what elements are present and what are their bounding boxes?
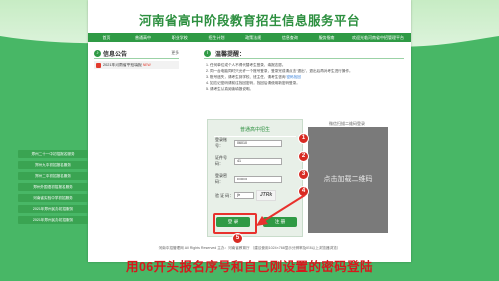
nav-item-plan[interactable]: 招生计划	[198, 33, 235, 42]
captcha-label: 验 证 码：	[215, 192, 234, 198]
qr-code-placeholder[interactable]: 点击加载二维码	[308, 127, 388, 233]
account-input[interactable]	[234, 139, 282, 147]
password-input[interactable]	[234, 175, 282, 183]
tips-list: 1. 任何单位或个人不得代替考生登录、填报志愿。 2. 同一台电脑同时只允许一个…	[204, 62, 404, 92]
tips-title: 温馨提醒：	[215, 51, 246, 58]
notice-panel: ♪ 信息公告 更多 2021年河南省中招填报 NEW	[94, 48, 179, 69]
main-nav: 首页 普通高中 职业学校 招生计划 政策法规 信息查询 服务指南 欢迎光临河南省…	[88, 33, 411, 42]
tip-line: 5. 请考生认真阅读填报说明。	[206, 87, 254, 91]
nav-item-home[interactable]: 首页	[88, 33, 125, 42]
nav-item-vocational[interactable]: 职业学校	[161, 33, 198, 42]
side-link-item[interactable]: 郑州二中初招报名服务	[18, 172, 88, 180]
side-link-item[interactable]: 河南省实验中学初招服务	[18, 194, 88, 202]
nav-item-guide[interactable]: 服务指南	[308, 33, 345, 42]
step-badge-3: 3	[298, 169, 309, 180]
notice-header: ♪ 信息公告 更多	[94, 48, 179, 59]
step-badge-1: 1	[298, 133, 309, 144]
tip-text: 3. 账号遗失，请考生到学校、班主任、请考生咨询	[206, 75, 286, 79]
side-link-item[interactable]: 2021年郑州民办初招服务	[18, 216, 88, 224]
side-link-item[interactable]: 郑州外国语初招报名服务	[18, 183, 88, 191]
page-title: 河南省高中阶段教育招生信息服务平台	[138, 14, 360, 28]
side-link-item[interactable]: 2021年郑州民办初招服务	[18, 205, 88, 213]
step-badge-2: 2	[298, 151, 309, 162]
tips-panel: i 温馨提醒： 1. 任何单位或个人不得代替考生登录、填报志愿。 2. 同一台电…	[204, 48, 404, 92]
login-heading: 普通高中招生	[239, 127, 270, 133]
notice-new-tag: NEW	[142, 63, 151, 67]
footer-text: 河南中招管理网 All Rights Reserved 主办：河南省教育厅 （建…	[158, 246, 341, 250]
notice-list-item[interactable]: 2021年河南省中招填报 NEW	[94, 61, 179, 69]
account-label: 登录账号：	[215, 137, 227, 148]
password-label: 登录密码：	[215, 173, 227, 184]
nav-item-high-school[interactable]: 普通高中	[125, 33, 162, 42]
step-badge-5: 5	[232, 233, 243, 244]
account-row: 登录账号：	[215, 137, 282, 149]
nav-item-policy[interactable]: 政策法规	[235, 33, 272, 42]
id-number-row: 证件号码：	[215, 155, 282, 167]
password-row: 登录密码：	[215, 173, 282, 185]
notice-item-text: 2021年河南省中招填报	[103, 62, 142, 67]
tips-header: i 温馨提醒：	[204, 48, 404, 59]
id-number-label: 证件号码：	[215, 155, 227, 166]
side-link-item[interactable]: 郑州二十一中初招报名服务	[18, 150, 88, 158]
qr-panel: 微信扫描二维码登录 点击加载二维码	[304, 119, 390, 235]
notice-more-link[interactable]: 更多	[171, 51, 179, 56]
nav-item-welcome: 欢迎光临河南省中招管理平台	[351, 35, 404, 40]
notice-badge-icon	[96, 62, 101, 68]
side-link-item[interactable]: 郑州九中初招报名服务	[18, 161, 88, 169]
info-icon: i	[204, 49, 211, 57]
nav-item-query[interactable]: 信息查询	[272, 33, 309, 42]
notice-title: 信息公告	[103, 51, 128, 58]
id-number-input[interactable]	[234, 157, 282, 165]
side-link-list: 郑州二十一中初招报名服务 郑州九中初招报名服务 郑州二中初招报名服务 郑州外国语…	[18, 150, 88, 227]
bell-icon: ♪	[94, 49, 101, 57]
password-recovery-link[interactable]: 密码找回	[286, 75, 300, 79]
instruction-caption: 用06开头报名序号和自己刚设置的密码登陆	[126, 260, 373, 274]
pointer-arrow-icon	[256, 194, 306, 226]
